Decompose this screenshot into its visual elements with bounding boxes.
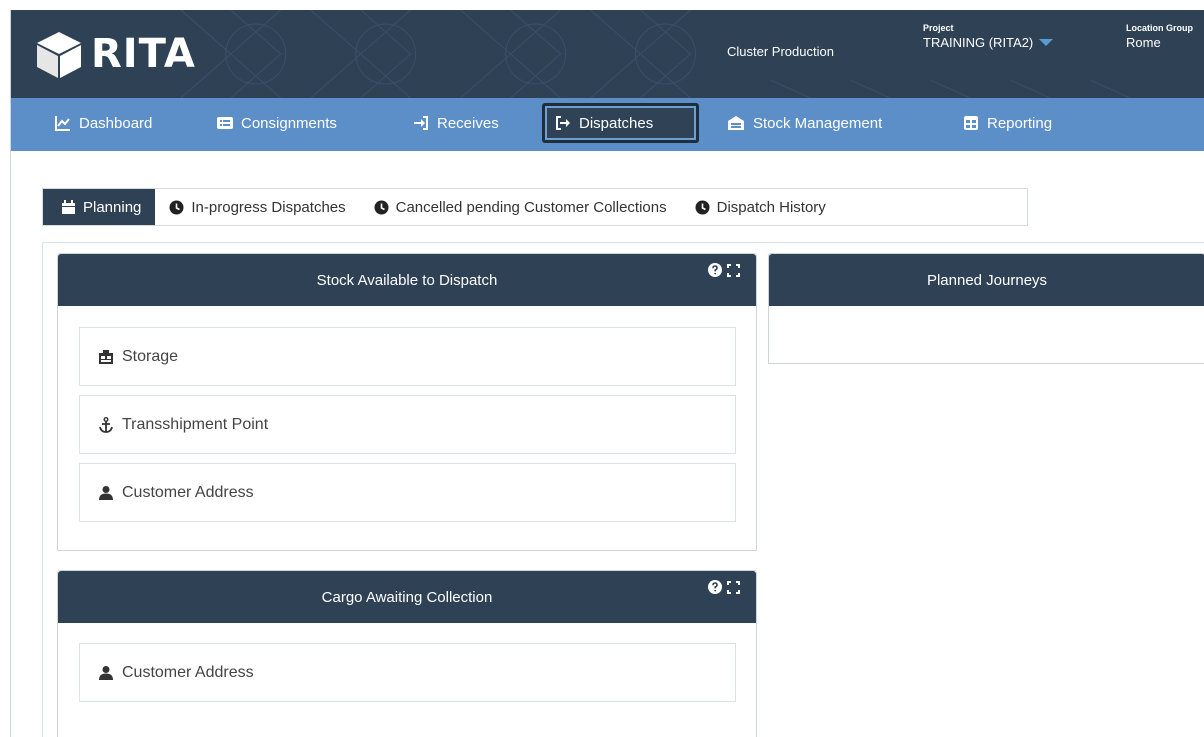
nav-receives[interactable]: Receives	[403, 103, 509, 143]
tab-dispatch-history[interactable]: Dispatch History	[681, 189, 840, 225]
user-icon	[99, 665, 113, 680]
nav-reporting[interactable]: Reporting	[953, 103, 1062, 143]
app-frame: RITA Cluster Production Project TRAINING…	[10, 10, 1204, 737]
project-label: Project	[923, 23, 954, 33]
planned-journeys-panel: Planned Journeys	[768, 253, 1204, 364]
row-customer-address[interactable]: Customer Address	[79, 643, 736, 702]
row-label: Storage	[122, 347, 179, 365]
nav-label: Reporting	[987, 114, 1053, 132]
nav-dispatches[interactable]: Dispatches	[542, 103, 699, 143]
help-icon[interactable]	[708, 263, 722, 277]
row-customer-address[interactable]: Customer Address	[79, 463, 736, 522]
tab-in-progress-dispatches[interactable]: In-progress Dispatches	[155, 189, 359, 225]
logo-text: RITA	[91, 31, 196, 77]
panel-title: Stock Available to Dispatch	[316, 271, 498, 289]
app-header: RITA Cluster Production Project TRAINING…	[11, 10, 1204, 98]
expand-icon[interactable]	[727, 263, 740, 277]
location-label: Location Group	[1126, 23, 1193, 33]
chart-line-icon	[55, 116, 70, 131]
project-selector[interactable]: Project TRAINING (RITA2)	[923, 23, 1054, 50]
table-icon	[964, 116, 978, 130]
tab-planning[interactable]: Planning	[43, 189, 156, 225]
panel-title: Cargo Awaiting Collection	[321, 588, 493, 606]
nav-consignments[interactable]: Consignments	[207, 103, 347, 143]
calendar-icon	[62, 199, 75, 214]
sign-out-icon	[556, 116, 570, 130]
clock-icon	[169, 200, 184, 214]
nav-dashboard[interactable]: Dashboard	[45, 103, 162, 143]
main-nav: Dashboard Consignments Receives Dispatch…	[11, 98, 1204, 151]
tab-cancelled-pending[interactable]: Cancelled pending Customer Collections	[360, 189, 681, 225]
cluster-name: Cluster Production	[727, 44, 834, 59]
expand-icon[interactable]	[727, 580, 740, 594]
cube-logo-icon	[37, 32, 81, 78]
location-group[interactable]: Location Group Rome	[1126, 23, 1193, 50]
nav-label: Dispatches	[579, 114, 654, 132]
nav-label: Dashboard	[79, 114, 153, 132]
app-logo[interactable]: RITA	[33, 24, 196, 84]
clock-icon	[695, 200, 710, 214]
anchor-icon	[99, 416, 113, 433]
tab-label: Cancelled pending Customer Collections	[395, 198, 667, 216]
tab-label: In-progress Dispatches	[191, 198, 346, 216]
caret-down-icon	[1039, 39, 1054, 46]
panel-title: Planned Journeys	[926, 271, 1048, 289]
row-transshipment-point[interactable]: Transshipment Point	[79, 395, 736, 454]
row-label: Customer Address	[122, 483, 254, 501]
nav-label: Consignments	[241, 114, 337, 132]
clock-icon	[374, 200, 389, 214]
project-value: TRAINING (RITA2)	[923, 35, 1034, 50]
warehouse-icon	[728, 116, 744, 130]
storage-icon	[99, 349, 113, 364]
cargo-awaiting-panel: Cargo Awaiting Collection Customer Addre…	[57, 570, 757, 737]
tab-label: Planning	[83, 198, 142, 216]
sign-in-icon	[414, 116, 428, 130]
nav-label: Stock Management	[753, 114, 883, 132]
nav-stock-management[interactable]: Stock Management	[717, 103, 892, 143]
dispatch-tabs: Planning In-progress Dispatches Cancelle…	[42, 188, 1028, 226]
panel-header: Stock Available to Dispatch	[58, 254, 756, 306]
list-icon	[217, 117, 233, 129]
panel-header: Planned Journeys	[769, 254, 1204, 306]
row-storage[interactable]: Storage	[79, 327, 736, 386]
nav-label: Receives	[437, 114, 499, 132]
user-icon	[99, 485, 113, 500]
location-value: Rome	[1126, 35, 1161, 50]
stock-available-panel: Stock Available to Dispatch Storage Tran…	[57, 253, 757, 551]
row-label: Transshipment Point	[122, 415, 269, 433]
panel-header: Cargo Awaiting Collection	[58, 571, 756, 623]
row-label: Customer Address	[122, 663, 254, 681]
tab-label: Dispatch History	[716, 198, 826, 216]
help-icon[interactable]	[708, 580, 722, 594]
